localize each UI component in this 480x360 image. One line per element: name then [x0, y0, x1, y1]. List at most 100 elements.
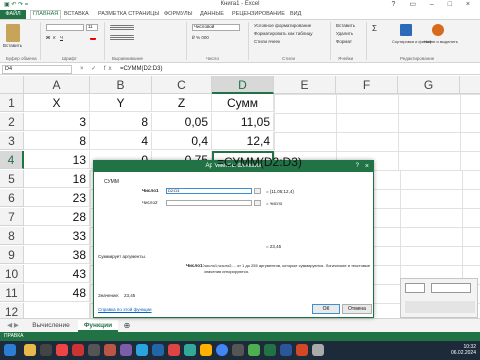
font-color-icon[interactable] — [90, 35, 96, 40]
tab-insert[interactable]: ВСТАВКА — [64, 11, 89, 17]
cell[interactable]: 0,4 — [152, 132, 212, 150]
row-header[interactable]: 7 — [0, 208, 24, 226]
sheet-tab[interactable]: Вычисление — [26, 320, 76, 332]
font-name-select[interactable] — [46, 24, 84, 31]
align-icons[interactable] — [110, 25, 134, 31]
row-header[interactable]: 4 — [0, 151, 24, 169]
formula-buttons[interactable]: × ✓ fx — [80, 65, 115, 72]
arg1-input[interactable]: D2:D3 — [166, 188, 252, 194]
arg1-ref-button[interactable] — [254, 188, 261, 194]
app-icon[interactable] — [248, 344, 260, 356]
tab-page-layout[interactable]: РАЗМЕТКА СТРАНИЦЫ — [98, 11, 159, 17]
app-icon[interactable] — [88, 344, 100, 356]
cell[interactable]: 0,05 — [152, 113, 212, 131]
row-header[interactable]: 2 — [0, 113, 24, 131]
format-cells-button[interactable]: Формат — [336, 39, 352, 44]
sheet-nav-arrows[interactable]: ◀ ▶ — [2, 320, 24, 332]
cell[interactable]: 4 — [90, 132, 152, 150]
cell[interactable]: 48 — [24, 284, 90, 302]
number-format-buttons[interactable]: ₽ % 000 — [192, 35, 209, 41]
column-header[interactable]: B — [90, 76, 152, 94]
row-header[interactable]: 5 — [0, 170, 24, 188]
column-header[interactable]: G — [398, 76, 460, 94]
column-header[interactable]: F — [336, 76, 398, 94]
cell[interactable]: 8 — [24, 132, 90, 150]
format-as-table-button[interactable]: Форматировать как таблицу — [254, 31, 313, 36]
find-select-button[interactable]: Найти и выделить — [424, 39, 458, 44]
row-header[interactable]: 10 — [0, 265, 24, 283]
indent-icons[interactable] — [110, 35, 134, 41]
word-icon[interactable] — [280, 344, 292, 356]
telegram-icon[interactable] — [136, 344, 148, 356]
cell[interactable]: 43 — [24, 265, 90, 283]
cell[interactable]: 38 — [24, 246, 90, 264]
column-header[interactable]: C — [152, 76, 212, 94]
cell-styles-button[interactable]: Стили ячеек — [254, 39, 280, 44]
font-size-select[interactable]: 11 — [86, 24, 98, 31]
sheet-tab-active[interactable]: Функции — [78, 320, 118, 332]
row-header[interactable]: 11 — [0, 284, 24, 302]
insert-cells-button[interactable]: Вставить — [336, 23, 355, 28]
cell[interactable]: 28 — [24, 208, 90, 226]
row-header[interactable]: 6 — [0, 189, 24, 207]
cell[interactable]: 12,4 — [212, 132, 274, 150]
arg2-input[interactable] — [166, 200, 252, 206]
name-box[interactable]: D4 — [2, 65, 72, 74]
cell[interactable]: 11,05 — [212, 113, 274, 131]
italic-button[interactable]: К — [53, 35, 56, 40]
sort-filter-icon[interactable] — [400, 24, 412, 36]
viber-icon[interactable] — [120, 344, 132, 356]
tab-formulas[interactable]: ФОРМУЛЫ — [164, 11, 192, 17]
underline-button[interactable]: Ч — [60, 35, 63, 40]
column-header[interactable]: D — [212, 76, 274, 94]
column-header[interactable] — [460, 76, 480, 94]
tab-home[interactable]: ГЛАВНАЯ — [30, 10, 62, 19]
app-icon[interactable] — [56, 344, 68, 356]
app-icon[interactable] — [312, 344, 324, 356]
app-icon[interactable] — [184, 344, 196, 356]
window-controls[interactable]: ? ▭ – □ × — [392, 0, 477, 8]
cell[interactable]: 13 — [24, 151, 90, 169]
autosum-button[interactable]: Σ — [372, 24, 377, 33]
formula-input[interactable]: =СУММ(D2:D3) — [120, 65, 476, 74]
number-format-select[interactable]: Числовой — [192, 24, 240, 31]
app-icon[interactable] — [152, 344, 164, 356]
arg2-ref-button[interactable] — [254, 200, 261, 206]
clock[interactable]: 10:32 06.02.2024 — [451, 344, 476, 356]
add-sheet-button[interactable]: ⊕ — [122, 320, 132, 332]
row-header[interactable]: 9 — [0, 246, 24, 264]
excel-icon[interactable] — [264, 344, 276, 356]
app-icon[interactable] — [200, 344, 212, 356]
tab-file[interactable]: ФАЙЛ — [0, 10, 26, 19]
help-link[interactable]: Справка по этой функции — [98, 307, 152, 312]
app-icon[interactable] — [168, 344, 180, 356]
select-all-corner[interactable] — [0, 76, 24, 94]
cell[interactable]: 8 — [90, 113, 152, 131]
help-icon[interactable]: ? — [356, 161, 359, 172]
cell[interactable]: Z — [152, 94, 212, 112]
tab-view[interactable]: ВИД — [290, 11, 301, 17]
cell[interactable]: Сумм — [212, 94, 274, 112]
pane-thumbnail[interactable] — [405, 283, 425, 293]
close-icon[interactable]: × — [365, 161, 369, 172]
tab-data[interactable]: ДАННЫЕ — [200, 11, 224, 17]
cell[interactable]: Y — [90, 94, 152, 112]
bold-button[interactable]: Ж — [46, 35, 50, 40]
cell[interactable]: X — [24, 94, 90, 112]
explorer-icon[interactable] — [24, 344, 36, 356]
row-header[interactable]: 8 — [0, 227, 24, 245]
pane-thumbnail[interactable] — [431, 283, 471, 293]
row-header[interactable]: 3 — [0, 132, 24, 150]
chrome-icon[interactable] — [216, 344, 228, 356]
find-select-icon[interactable] — [432, 24, 444, 36]
cell[interactable]: 3 — [24, 113, 90, 131]
cell[interactable]: 33 — [24, 227, 90, 245]
app-icon[interactable] — [104, 344, 116, 356]
column-header[interactable]: E — [274, 76, 336, 94]
app-icon[interactable] — [40, 344, 52, 356]
cell[interactable]: 18 — [24, 170, 90, 188]
conditional-formatting-button[interactable]: Условное форматирование — [254, 23, 311, 28]
cell[interactable]: 23 — [24, 189, 90, 207]
active-cell[interactable]: =СУММ(D2:D3) — [212, 151, 302, 169]
app-icon[interactable] — [232, 344, 244, 356]
